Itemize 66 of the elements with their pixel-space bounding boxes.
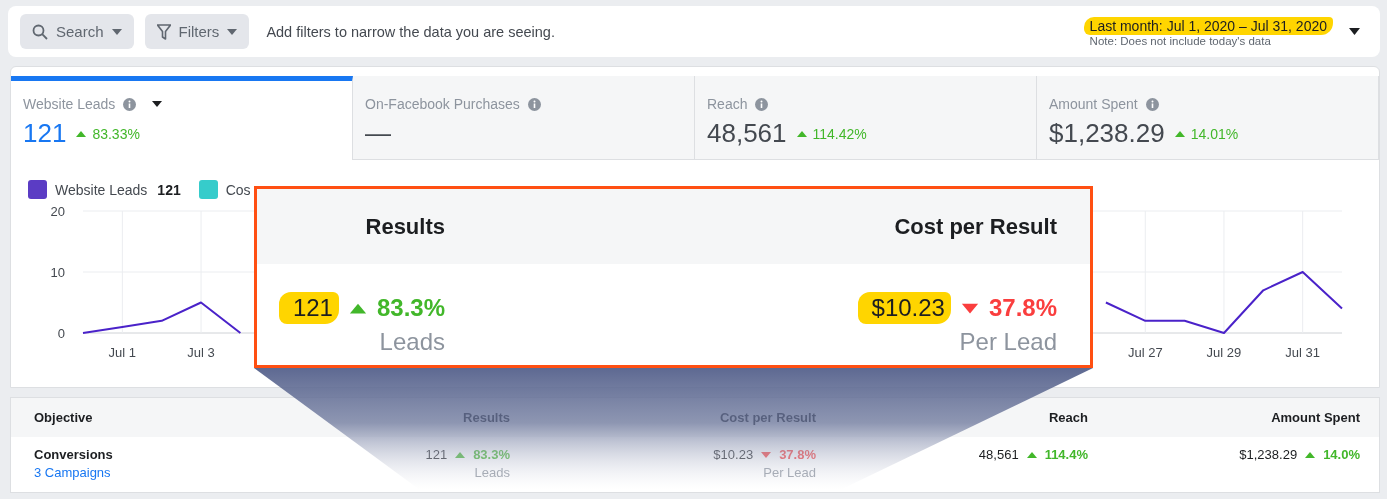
column-header: Reach bbox=[1047, 410, 1088, 425]
unit-label: Per Lead bbox=[763, 465, 816, 480]
table-cell: 48,561 bbox=[978, 447, 1019, 462]
column-header: Amount Spent bbox=[1270, 410, 1360, 425]
callout-value: 121 bbox=[278, 292, 339, 324]
search-button[interactable]: Search bbox=[20, 14, 134, 49]
legend-swatch[interactable] bbox=[198, 180, 218, 199]
x-tick-label: Jul 3 bbox=[187, 345, 215, 360]
search-icon bbox=[32, 23, 48, 40]
metric-tab[interactable]: Reach 48,561 114.42% bbox=[695, 76, 1037, 160]
legend-swatch[interactable] bbox=[28, 180, 47, 199]
unit-label: Per Lead bbox=[959, 328, 1057, 356]
objective-name: Conversions bbox=[34, 447, 114, 462]
caret-icon bbox=[227, 28, 238, 35]
change-value: 37.8% bbox=[988, 294, 1057, 322]
callout-value: $10.23 bbox=[857, 292, 951, 324]
change-value: 114.42% bbox=[812, 125, 867, 142]
change-value: 83.3% bbox=[376, 294, 445, 322]
tab-label: On-Facebook Purchases bbox=[365, 96, 520, 112]
table-cell: 121 bbox=[425, 447, 448, 462]
y-tick-label: 0 bbox=[57, 326, 65, 341]
legend-value: 121 bbox=[157, 181, 181, 198]
info-icon bbox=[1145, 97, 1159, 111]
metric-value: $1,238.29 bbox=[1049, 118, 1165, 149]
metric-value: — bbox=[365, 118, 391, 149]
y-tick-label: 20 bbox=[50, 204, 65, 219]
unit-label: Leads bbox=[474, 465, 510, 480]
change-value: 37.8% bbox=[779, 447, 816, 462]
metric-tab[interactable]: Amount Spent $1,238.29 14.01% bbox=[1037, 76, 1379, 160]
date-note: Note: Does not include today's data bbox=[1088, 34, 1271, 47]
info-icon bbox=[123, 97, 137, 111]
filter-hint: Add filters to narrow the data you are seeing. bbox=[266, 23, 555, 40]
table-cell: $10.23 bbox=[713, 447, 754, 462]
callout-heading: Results bbox=[364, 213, 445, 240]
x-tick-label: Jul 31 bbox=[1285, 345, 1320, 360]
change-value: 14.0% bbox=[1323, 447, 1360, 462]
x-tick-label: Jul 29 bbox=[1206, 345, 1242, 360]
info-icon bbox=[755, 97, 769, 111]
table-cell: $1,238.29 bbox=[1239, 447, 1298, 462]
tab-label: Amount Spent bbox=[1049, 96, 1138, 112]
metric-value: 48,561 bbox=[707, 118, 787, 149]
filters-button[interactable]: Filters bbox=[144, 14, 250, 49]
caret-icon[interactable] bbox=[1349, 28, 1360, 35]
change-value: 83.3% bbox=[473, 447, 510, 462]
change-value: 83.33% bbox=[92, 125, 140, 142]
campaigns-link[interactable]: 3 Campaigns bbox=[34, 465, 360, 480]
change-value: 14.01% bbox=[1190, 125, 1239, 142]
tab-label: Website Leads bbox=[23, 96, 116, 112]
info-icon bbox=[527, 97, 541, 111]
y-tick-label: 10 bbox=[50, 265, 65, 280]
caret-icon bbox=[111, 28, 122, 35]
metric-value: 121 bbox=[23, 118, 67, 149]
caret-icon[interactable] bbox=[152, 101, 163, 107]
change-value: 114.4% bbox=[1044, 447, 1088, 462]
column-header: Objective bbox=[34, 410, 94, 425]
date-range-label[interactable]: Last month: Jul 1, 2020 – Jul 31, 2020 bbox=[1083, 16, 1333, 35]
callout-heading: Cost per Result bbox=[893, 213, 1057, 240]
x-tick-label: Jul 27 bbox=[1127, 345, 1163, 360]
tab-label: Reach bbox=[707, 96, 748, 112]
x-tick-label: Jul 1 bbox=[108, 345, 137, 360]
metric-tab[interactable]: Website Leads 121 83.33% bbox=[11, 76, 353, 160]
metric-tab[interactable]: On-Facebook Purchases — bbox=[353, 76, 695, 160]
unit-label: Leads bbox=[379, 328, 445, 356]
legend-label: Website Leads bbox=[55, 181, 148, 198]
legend-label: Cos bbox=[225, 181, 251, 198]
funnel-icon bbox=[156, 23, 171, 40]
